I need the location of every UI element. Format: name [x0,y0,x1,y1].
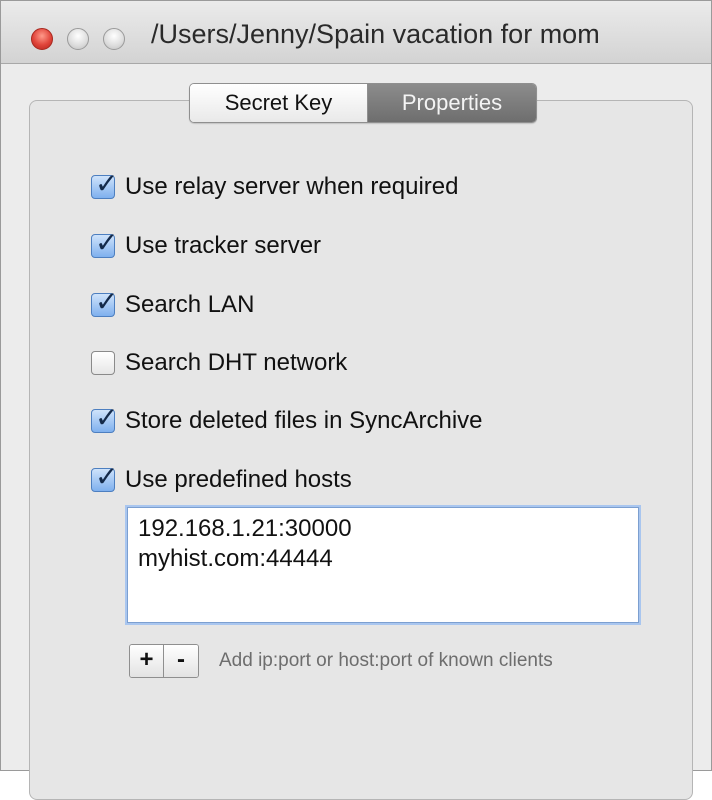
zoom-button[interactable] [103,28,125,50]
sync-archive-label: Store deleted files in SyncArchive [125,407,483,434]
window-title: /Users/Jenny/Spain vacation for mom [151,19,600,49]
properties-panel [29,100,693,800]
remove-host-button[interactable]: - [164,645,198,677]
tab-secret-key[interactable]: Secret Key [190,84,368,122]
checkmark-icon: ✓ [95,285,119,318]
predefined-hosts-checkbox[interactable]: ✓ [91,463,118,492]
host-entry[interactable]: 192.168.1.21:30000 [138,514,628,544]
search-lan-label: Search LAN [125,291,255,318]
checkmark-icon: ✓ [95,460,119,493]
title-bar[interactable]: /Users/Jenny/Spain vacation for mom [1,1,711,64]
option-tracker-server[interactable]: ✓ Use tracker server [91,229,322,262]
option-search-lan[interactable]: ✓ Search LAN [91,288,255,321]
search-dht-checkbox[interactable] [91,351,115,375]
option-predefined-hosts[interactable]: ✓ Use predefined hosts [91,463,352,496]
preferences-window: /Users/Jenny/Spain vacation for mom Secr… [0,0,712,800]
add-host-button[interactable]: + [130,645,164,677]
predefined-hosts-label: Use predefined hosts [125,466,352,493]
search-lan-checkbox[interactable]: ✓ [91,288,118,317]
option-search-dht[interactable]: Search DHT network [91,347,347,379]
close-button[interactable] [31,28,53,50]
host-buttons: + - [129,644,199,678]
hosts-hint: Add ip:port or host:port of known client… [219,650,553,671]
minimize-button[interactable] [67,28,89,50]
checkmark-icon: ✓ [95,401,119,434]
host-entry[interactable]: myhist.com:44444 [138,544,628,574]
checkmark-icon: ✓ [95,226,119,259]
option-sync-archive[interactable]: ✓ Store deleted files in SyncArchive [91,404,483,437]
relay-server-checkbox[interactable]: ✓ [91,170,118,199]
tab-bar: Secret Key Properties [189,83,537,123]
tab-properties[interactable]: Properties [368,84,536,122]
predefined-hosts-list[interactable]: 192.168.1.21:30000 myhist.com:44444 [127,507,639,623]
checkmark-icon: ✓ [95,167,119,200]
relay-server-label: Use relay server when required [125,173,459,200]
sync-archive-checkbox[interactable]: ✓ [91,404,118,433]
tracker-server-checkbox[interactable]: ✓ [91,229,118,258]
tracker-server-label: Use tracker server [125,232,322,259]
search-dht-label: Search DHT network [125,349,348,376]
option-relay-server[interactable]: ✓ Use relay server when required [91,170,459,203]
